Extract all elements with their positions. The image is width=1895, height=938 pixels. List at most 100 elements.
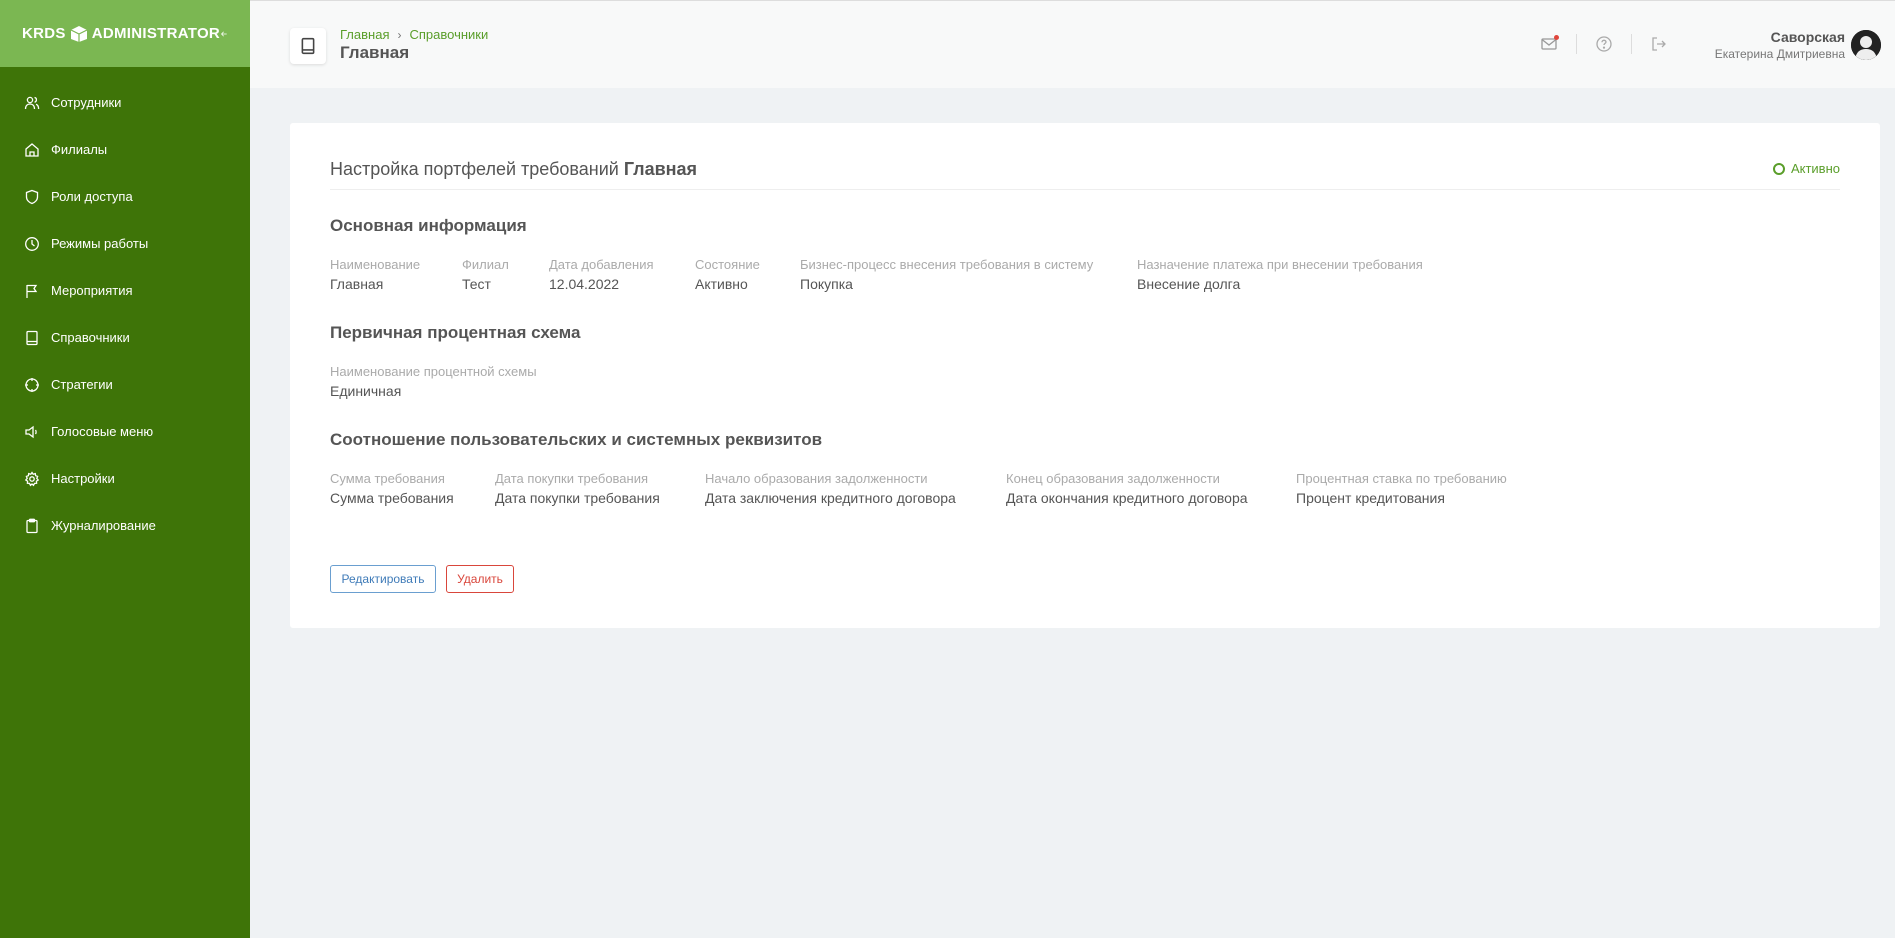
avatar[interactable]: [1851, 30, 1881, 60]
sidebar-header: KRDS ADMINISTRATOR: [0, 0, 250, 67]
field-purchase-date: Дата покупки требования Дата покупки тре…: [495, 471, 660, 506]
status-ring-icon: [1772, 162, 1785, 175]
field-value: Главная: [330, 276, 384, 292]
sidebar-item-label: Филиалы: [51, 142, 108, 157]
sidebar-item-label: Режимы работы: [51, 236, 149, 251]
top-bar: Главная › Справочники Главная Саворская …: [250, 0, 1895, 88]
divider: [1631, 34, 1632, 54]
sidebar-item-work-modes[interactable]: Режимы работы: [0, 220, 250, 267]
field-value: Сумма требования: [330, 490, 454, 506]
chevron-right-icon: ›: [397, 27, 402, 42]
crosshair-icon: [24, 377, 40, 393]
field-value: Активно: [695, 276, 748, 292]
divider: [1576, 34, 1577, 54]
sidebar-item-label: Мероприятия: [51, 283, 133, 298]
field-label: Дата покупки требования: [495, 471, 649, 486]
gear-icon: [24, 470, 40, 487]
field-interest-scheme-name: Наименование процентной схемы Единичная: [330, 364, 537, 399]
field-value: Дата окончания кредитного договора: [1006, 490, 1248, 506]
section-title-mapping: Соотношение пользовательских и системных…: [330, 430, 823, 449]
sidebar-item-logging[interactable]: Журналирование: [0, 502, 250, 549]
field-label: Сумма требования: [330, 471, 445, 486]
field-payment-purpose: Назначение платежа при внесении требован…: [1137, 257, 1423, 292]
field-name: Наименование Главная: [330, 257, 420, 292]
sidebar-item-events[interactable]: Мероприятия: [0, 267, 250, 314]
field-label: Назначение платежа при внесении требован…: [1137, 257, 1423, 272]
breadcrumb: Главная › Справочники: [340, 27, 488, 42]
field-value: Внесение долга: [1137, 276, 1241, 292]
sidebar-item-label: Журналирование: [51, 518, 156, 533]
box-logo-icon: [70, 25, 87, 42]
help-icon[interactable]: [1595, 35, 1613, 53]
sidebar-item-label: Настройки: [51, 471, 115, 486]
field-label: Процентная ставка по требованию: [1296, 471, 1507, 486]
page-icon: [290, 28, 326, 64]
sidebar-item-employees[interactable]: Сотрудники: [0, 79, 250, 126]
shield-icon: [24, 189, 40, 205]
sidebar: KRDS ADMINISTRATOR Сотрудники Филиалы Ро…: [0, 0, 250, 938]
card-title-name: Главная: [623, 159, 698, 179]
field-debt-start: Начало образования задолженности Дата за…: [705, 471, 956, 506]
sidebar-item-settings[interactable]: Настройки: [0, 455, 250, 502]
sidebar-item-access-roles[interactable]: Роли доступа: [0, 173, 250, 220]
user-name: Саворская: [1770, 29, 1845, 45]
portfolio-card: Настройка портфелей требований Главная А…: [290, 123, 1880, 628]
field-label: Конец образования задолженности: [1006, 471, 1220, 486]
logo-text-left: KRDS: [22, 25, 66, 42]
sidebar-item-label: Роли доступа: [51, 189, 133, 204]
field-claim-amount: Сумма требования Сумма требования: [330, 471, 454, 506]
field-label: Бизнес-процесс внесения требования в сис…: [800, 257, 1094, 272]
field-label: Начало образования задолженности: [705, 471, 928, 486]
status-badge: Активно: [1772, 161, 1840, 176]
home-icon: [24, 142, 40, 158]
field-state: Состояние Активно: [695, 257, 760, 292]
users-icon: [24, 95, 40, 111]
field-value: Тест: [462, 276, 491, 292]
field-branch: Филиал Тест: [462, 257, 509, 292]
logout-icon[interactable]: [1650, 35, 1668, 53]
book-icon: [24, 330, 40, 346]
user-info[interactable]: Саворская Екатерина Дмитриевна: [1715, 29, 1845, 61]
field-value: Покупка: [800, 276, 853, 292]
notification-dot: [1554, 35, 1559, 40]
sidebar-item-directories[interactable]: Справочники: [0, 314, 250, 361]
edit-button[interactable]: Редактировать: [330, 565, 436, 593]
field-label: Наименование: [330, 257, 421, 272]
clipboard-icon: [24, 518, 40, 534]
page-title: Главная: [340, 43, 410, 62]
sidebar-item-label: Голосовые меню: [51, 424, 154, 439]
user-fullname: Екатерина Дмитриевна: [1714, 47, 1845, 61]
section-title-main-info: Основная информация: [330, 216, 527, 235]
app-logo[interactable]: KRDS ADMINISTRATOR: [22, 25, 220, 43]
logo-text-right: ADMINISTRATOR: [91, 25, 221, 42]
sidebar-item-voice-menus[interactable]: Голосовые меню: [0, 408, 250, 455]
speaker-icon: [24, 424, 40, 440]
book-icon: [301, 37, 315, 55]
section-title-interest-scheme: Первичная процентная схема: [330, 323, 581, 342]
clock-icon: [24, 236, 40, 252]
field-value: Единичная: [330, 383, 402, 399]
field-interest-rate: Процентная ставка по требованию Процент …: [1296, 471, 1507, 506]
field-value: Дата заключения кредитного договора: [705, 490, 956, 506]
sidebar-item-label: Справочники: [51, 330, 130, 345]
field-debt-end: Конец образования задолженности Дата око…: [1006, 471, 1248, 506]
mail-icon[interactable]: [1540, 35, 1559, 53]
sidebar-item-branches[interactable]: Филиалы: [0, 126, 250, 173]
sidebar-menu: Сотрудники Филиалы Роли доступа Режимы р…: [0, 67, 250, 549]
field-value: Дата покупки требования: [495, 490, 660, 506]
flag-icon: [24, 283, 40, 299]
breadcrumb-link-home[interactable]: Главная: [340, 27, 389, 42]
status-label: Активно: [1790, 161, 1840, 176]
field-value: Процент кредитования: [1296, 490, 1445, 506]
field-label: Наименование процентной схемы: [330, 364, 537, 379]
sidebar-item-strategies[interactable]: Стратегии: [0, 361, 250, 408]
field-label: Филиал: [462, 257, 509, 272]
card-title-prefix: Настройка портфелей требований: [330, 159, 619, 179]
breadcrumb-link-directories[interactable]: Справочники: [409, 27, 488, 42]
sidebar-item-label: Стратегии: [51, 377, 113, 392]
field-date-added: Дата добавления 12.04.2022: [549, 257, 654, 292]
field-label: Состояние: [695, 257, 760, 272]
divider: [330, 189, 1840, 190]
delete-button[interactable]: Удалить: [446, 565, 514, 593]
arrow-left-icon[interactable]: [220, 26, 228, 42]
